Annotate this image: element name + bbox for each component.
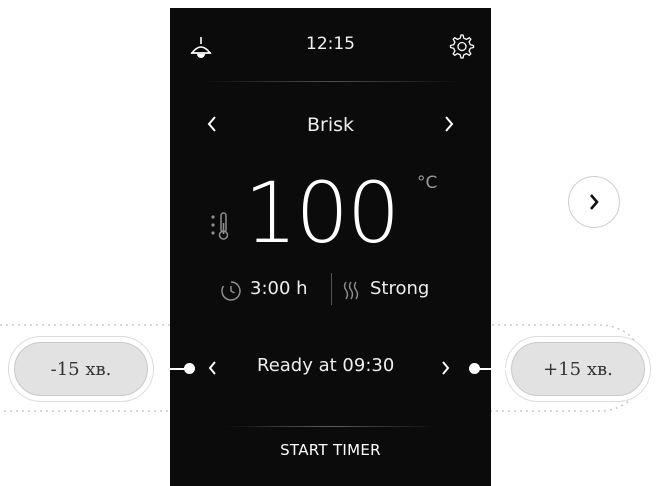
plus-15-callout: +15 хв.: [505, 336, 651, 402]
steam-level[interactable]: Strong: [370, 278, 429, 299]
gear-icon[interactable]: [447, 32, 475, 60]
temperature-unit: °C: [417, 173, 438, 193]
minus-connector-dot: [184, 363, 195, 374]
minus-15-label: -15 хв.: [14, 342, 148, 396]
chevron-right-icon: [586, 191, 602, 213]
clock-icon: [220, 280, 242, 302]
start-timer-button[interactable]: START TIMER: [170, 441, 491, 459]
minus-connector-line: [154, 368, 188, 370]
minus-15-callout: -15 хв.: [8, 336, 154, 402]
side-next-button[interactable]: [568, 176, 620, 228]
ready-prev-icon[interactable]: [206, 358, 218, 378]
top-divider: [200, 81, 460, 82]
ready-next-icon[interactable]: [440, 358, 452, 378]
thermometer-icon: [210, 211, 232, 243]
ready-time-label: Ready at 09:30: [257, 355, 395, 376]
temperature-value[interactable]: 100: [244, 163, 400, 263]
plus-connector-line: [474, 368, 506, 370]
steam-icon: [342, 280, 362, 302]
bottom-divider: [225, 426, 435, 427]
mode-next-icon[interactable]: [442, 112, 456, 136]
oven-screen: 12:15 Brisk 100 °C 3:00 h Strong Ready a…: [170, 8, 491, 486]
clock-time: 12:15: [306, 34, 355, 54]
info-separator: [331, 273, 332, 305]
duration-value[interactable]: 3:00 h: [250, 278, 308, 299]
plus-15-label: +15 хв.: [511, 342, 645, 396]
